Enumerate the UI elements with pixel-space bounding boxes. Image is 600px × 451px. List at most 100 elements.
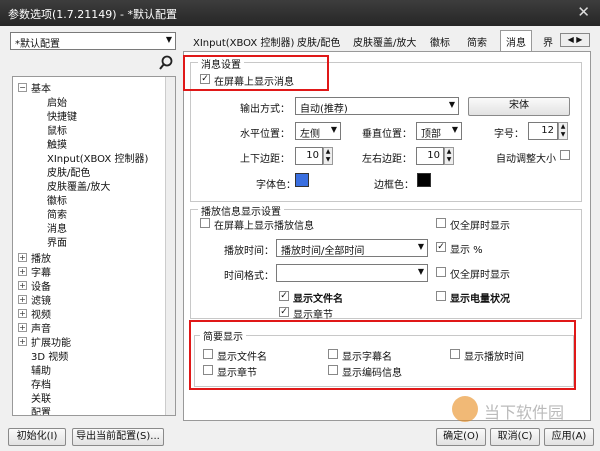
- font-button[interactable]: 宋体: [468, 97, 570, 116]
- chevron-down-icon: ▼: [417, 242, 424, 251]
- group-title: 播放信息显示设置: [198, 203, 284, 218]
- tb-margin-label: 上下边距：: [240, 154, 290, 165]
- tree-item-basic[interactable]: 基本: [31, 80, 51, 95]
- tab-interface[interactable]: 界: [538, 31, 558, 51]
- output-mode-select[interactable]: 自动(推荐) ▼: [295, 97, 459, 115]
- reset-button[interactable]: 初始化(I): [8, 428, 66, 446]
- tree-item[interactable]: 视频: [31, 306, 51, 321]
- tree-item[interactable]: 皮肤/配色: [47, 164, 90, 179]
- fullscreen-only-2-label: 仅全屏时显示: [450, 270, 510, 281]
- lr-margin-label: 左右边距：: [362, 154, 412, 165]
- tree-item[interactable]: 字幕: [31, 264, 51, 279]
- lr-margin-input[interactable]: 10: [416, 147, 444, 165]
- watermark-text: 当下软件园: [484, 403, 565, 422]
- tree-item[interactable]: 设备: [31, 278, 51, 293]
- fullscreen-only-checkbox[interactable]: [436, 218, 446, 228]
- fullscreen-only-2-checkbox[interactable]: [436, 267, 446, 277]
- tree-item[interactable]: 滤镜: [31, 292, 51, 307]
- tree-item[interactable]: 辅助: [31, 362, 51, 377]
- tree-item-message[interactable]: 消息: [47, 220, 67, 235]
- tab-scroll-buttons[interactable]: ◀ ▶: [560, 33, 590, 47]
- tree-item[interactable]: 配置: [31, 404, 51, 415]
- tree-item[interactable]: XInput(XBOX 控制器): [47, 150, 148, 165]
- tree-item[interactable]: 界面: [47, 234, 67, 249]
- time-format-select[interactable]: ▼: [276, 264, 428, 282]
- time-format-label: 时间格式：: [224, 271, 274, 282]
- tree-item[interactable]: 3D 视频: [31, 348, 68, 363]
- tree-item[interactable]: 存档: [31, 376, 51, 391]
- chevron-down-icon: ▼: [330, 125, 337, 134]
- tree-scrollbar[interactable]: [165, 77, 175, 415]
- expand-icon[interactable]: +: [18, 295, 27, 304]
- output-mode-value: 自动(推荐): [300, 104, 348, 115]
- show-chapter-checkbox[interactable]: ✓: [279, 307, 289, 317]
- expand-icon[interactable]: +: [18, 253, 27, 262]
- tree-item[interactable]: 快捷键: [47, 108, 77, 123]
- collapse-icon[interactable]: −: [18, 83, 27, 92]
- close-button[interactable]: ✕: [577, 3, 590, 21]
- export-config-button[interactable]: 导出当前配置(S)...: [72, 428, 164, 446]
- tree-item[interactable]: 皮肤覆盖/放大: [47, 178, 110, 193]
- profile-select[interactable]: *默认配置 ▼: [10, 32, 176, 50]
- play-time-label: 播放时间：: [224, 246, 274, 257]
- show-percent-checkbox[interactable]: ✓: [436, 242, 446, 252]
- h-pos-value: 左侧: [300, 129, 320, 140]
- auto-size-checkbox[interactable]: [560, 150, 570, 160]
- ok-button[interactable]: 确定(O): [436, 428, 486, 446]
- border-color-swatch[interactable]: [417, 173, 431, 187]
- expand-icon[interactable]: +: [18, 267, 27, 276]
- apply-button[interactable]: 应用(A): [544, 428, 594, 446]
- expand-icon[interactable]: +: [18, 323, 27, 332]
- h-pos-label: 水平位置：: [240, 129, 290, 140]
- category-tree: − 基本 启始 快捷键 鼠标 触摸 XInput(XBOX 控制器) 皮肤/配色…: [12, 76, 176, 416]
- font-color-label: 字体色：: [256, 180, 296, 191]
- border-color-label: 边框色：: [374, 180, 414, 191]
- title-bar: 参数选项(1.7.21149) - *默认配置 ✕: [0, 0, 600, 26]
- tree-item[interactable]: 扩展功能: [31, 334, 71, 349]
- font-color-swatch[interactable]: [295, 173, 309, 187]
- font-size-spinner[interactable]: ▲ ▼: [558, 122, 568, 140]
- highlight-box: [189, 320, 576, 390]
- tb-margin-spinner[interactable]: ▲ ▼: [323, 147, 333, 165]
- tree-item[interactable]: 关联: [31, 390, 51, 405]
- h-pos-select[interactable]: 左侧 ▼: [295, 122, 341, 140]
- show-playback-checkbox[interactable]: [200, 218, 210, 228]
- tab-xinput[interactable]: XInput(XBOX 控制器): [188, 31, 299, 51]
- lr-margin-spinner[interactable]: ▲ ▼: [444, 147, 454, 165]
- expand-icon[interactable]: +: [18, 337, 27, 346]
- chevron-down-icon: ▼: [165, 35, 172, 44]
- show-filename-checkbox[interactable]: ✓: [279, 291, 289, 301]
- tree-item[interactable]: 声音: [31, 320, 51, 335]
- highlight-box: [183, 55, 329, 91]
- show-chapter-label: 显示章节: [293, 310, 333, 321]
- tab-message[interactable]: 消息: [500, 30, 532, 52]
- v-pos-value: 顶部: [421, 129, 441, 140]
- tree-item[interactable]: 简索: [47, 206, 67, 221]
- tab-index[interactable]: 简索: [462, 31, 492, 51]
- tab-skin-overlay[interactable]: 皮肤覆盖/放大: [348, 31, 421, 51]
- profile-select-value: *默认配置: [15, 39, 60, 50]
- tree-item[interactable]: 徽标: [47, 192, 67, 207]
- window-title: 参数选项(1.7.21149) - *默认配置: [8, 8, 178, 21]
- tree-item[interactable]: 鼠标: [47, 122, 67, 137]
- tab-skin-color[interactable]: 皮肤/配色: [292, 31, 345, 51]
- cancel-button[interactable]: 取消(C): [490, 428, 540, 446]
- tree-item[interactable]: 触摸: [47, 136, 67, 151]
- chevron-down-icon: ▼: [451, 125, 458, 134]
- watermark-logo: [452, 396, 478, 422]
- font-size-input[interactable]: 12: [528, 122, 558, 140]
- expand-icon[interactable]: +: [18, 281, 27, 290]
- expand-icon[interactable]: +: [18, 309, 27, 318]
- tb-margin-input[interactable]: 10: [295, 147, 323, 165]
- search-icon[interactable]: [158, 55, 174, 71]
- settings-window: 参数选项(1.7.21149) - *默认配置 ✕ *默认配置 ▼ XInput…: [0, 0, 600, 451]
- show-battery-checkbox[interactable]: [436, 291, 446, 301]
- show-battery-label: 显示电量状况: [450, 294, 510, 305]
- tab-logo[interactable]: 徽标: [425, 31, 455, 51]
- tree-item[interactable]: 播放: [31, 250, 51, 265]
- play-time-select[interactable]: 播放时间/全部时间 ▼: [276, 239, 428, 257]
- show-filename-label: 显示文件名: [293, 294, 343, 305]
- tree-item[interactable]: 启始: [47, 94, 67, 109]
- show-playback-label: 在屏幕上显示播放信息: [214, 221, 314, 232]
- v-pos-select[interactable]: 顶部 ▼: [416, 122, 462, 140]
